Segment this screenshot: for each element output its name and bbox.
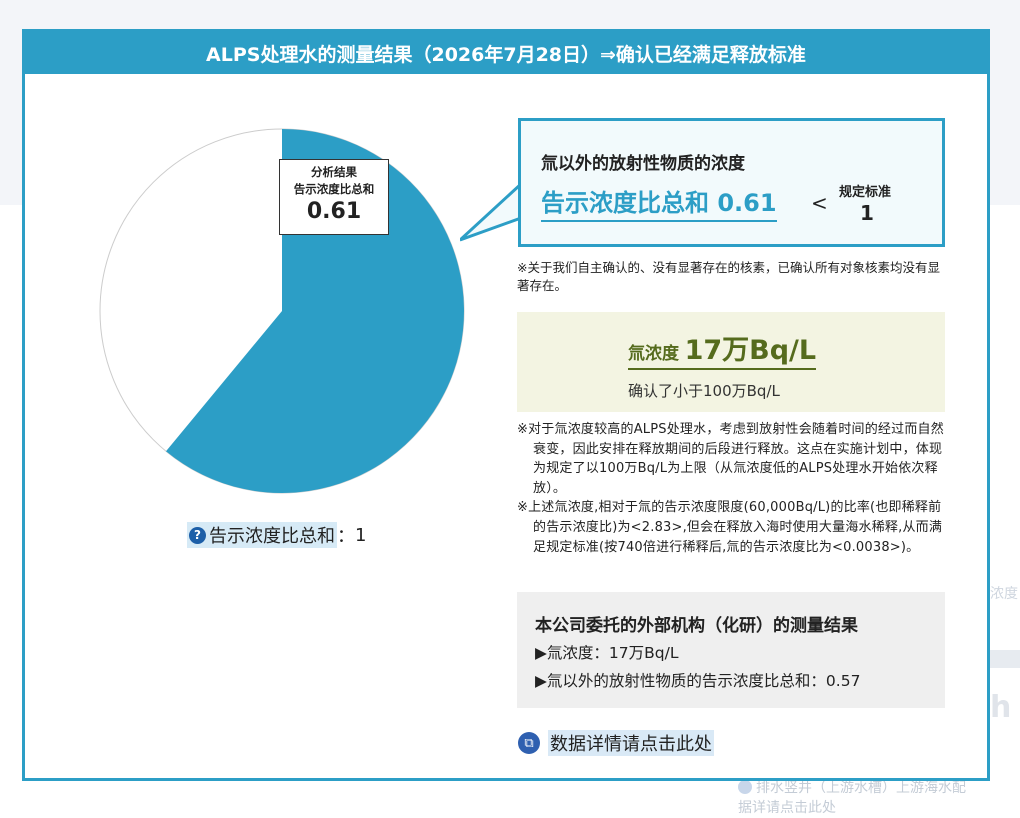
legend: ? 告示浓度比总和 ： 1 xyxy=(187,522,366,548)
less-than-sign: < xyxy=(811,191,828,215)
background-link: 排水竖井（上游水槽）上游海水配 据详请点击此处 xyxy=(738,780,966,816)
results-card: ALPS处理水的测量结果（2026年7月28日）⇒确认已经满足释放标准 分析结果… xyxy=(22,29,990,781)
pie-label-value: 0.61 xyxy=(306,199,362,224)
tritium-notes: ※对于氚浓度较高的ALPS处理水，考虑到放射性会随着时间的经过而自然衰变，因此安… xyxy=(517,420,947,557)
external-tritium-item: ▶氚浓度：17万Bq/L xyxy=(535,644,679,662)
question-circle-icon[interactable]: ? xyxy=(189,526,206,544)
nuclide-note: ※关于我们自主确认的、没有显著存在的核素，已确认所有对象核素均没有显著存在。 xyxy=(517,260,940,293)
background-link-icon xyxy=(738,780,752,794)
data-detail-link[interactable]: ⧉ 数据详情请点击此处 xyxy=(518,729,714,757)
tritium-note-2: ※上述氚浓度,相对于氚的告示浓度限度(60,000Bq/L)的比率(也即稀释前的… xyxy=(517,500,943,555)
callout-pointer xyxy=(460,184,522,242)
tritium-confirmation: 确认了小于100万Bq/L xyxy=(628,382,780,400)
pie-label-line1: 分析结果 xyxy=(311,165,357,179)
tritium-box: 氚浓度 17万Bq/L 确认了小于100万Bq/L xyxy=(517,312,945,412)
external-results-heading: 本公司委托的外部机构（化研）的测量结果 xyxy=(535,616,858,636)
standard-value: 1 xyxy=(860,201,874,225)
non-tritium-callout: 氚以外的放射性物质的浓度 告示浓度比总和 0.61 < 规定标准 1 xyxy=(518,118,945,247)
external-window-icon[interactable]: ⧉ xyxy=(518,732,540,754)
tritium-value: 17万Bq/L xyxy=(684,335,817,366)
callout-title: 氚以外的放射性物质的浓度 xyxy=(541,154,745,174)
legend-value: 1 xyxy=(355,524,367,546)
tritium-note-1: ※对于氚浓度较高的ALPS处理水，考虑到放射性会随着时间的经过而自然衰变，因此安… xyxy=(517,422,944,496)
external-ratio-item: ▶氚以外的放射性物质的告示浓度比总和：0.57 xyxy=(535,672,861,690)
legend-label: 告示浓度比总和 xyxy=(209,526,335,547)
legend-separator: ： xyxy=(337,526,355,547)
callout-ratio-value: 告示浓度比总和 0.61 xyxy=(541,183,777,222)
background-text: 浓度 xyxy=(990,586,1018,602)
standard-label: 规定标准 xyxy=(839,185,892,200)
tritium-label: 氚浓度 xyxy=(628,344,679,364)
pie-label-box: 分析结果 告示浓度比总和 0.61 xyxy=(279,159,389,235)
background-letter: h xyxy=(990,690,1012,725)
external-results-box: 本公司委托的外部机构（化研）的测量结果 ▶氚浓度：17万Bq/L ▶氚以外的放射… xyxy=(517,592,945,708)
data-detail-label[interactable]: 数据详情请点击此处 xyxy=(548,730,714,756)
tritium-concentration: 氚浓度 17万Bq/L xyxy=(628,328,817,370)
card-title: ALPS处理水的测量结果（2026年7月28日）⇒确认已经满足释放标准 xyxy=(25,32,987,74)
pie-label-line2: 告示浓度比总和 xyxy=(293,182,375,196)
background-block xyxy=(990,650,1020,668)
legend-term[interactable]: ? 告示浓度比总和 xyxy=(187,522,337,548)
